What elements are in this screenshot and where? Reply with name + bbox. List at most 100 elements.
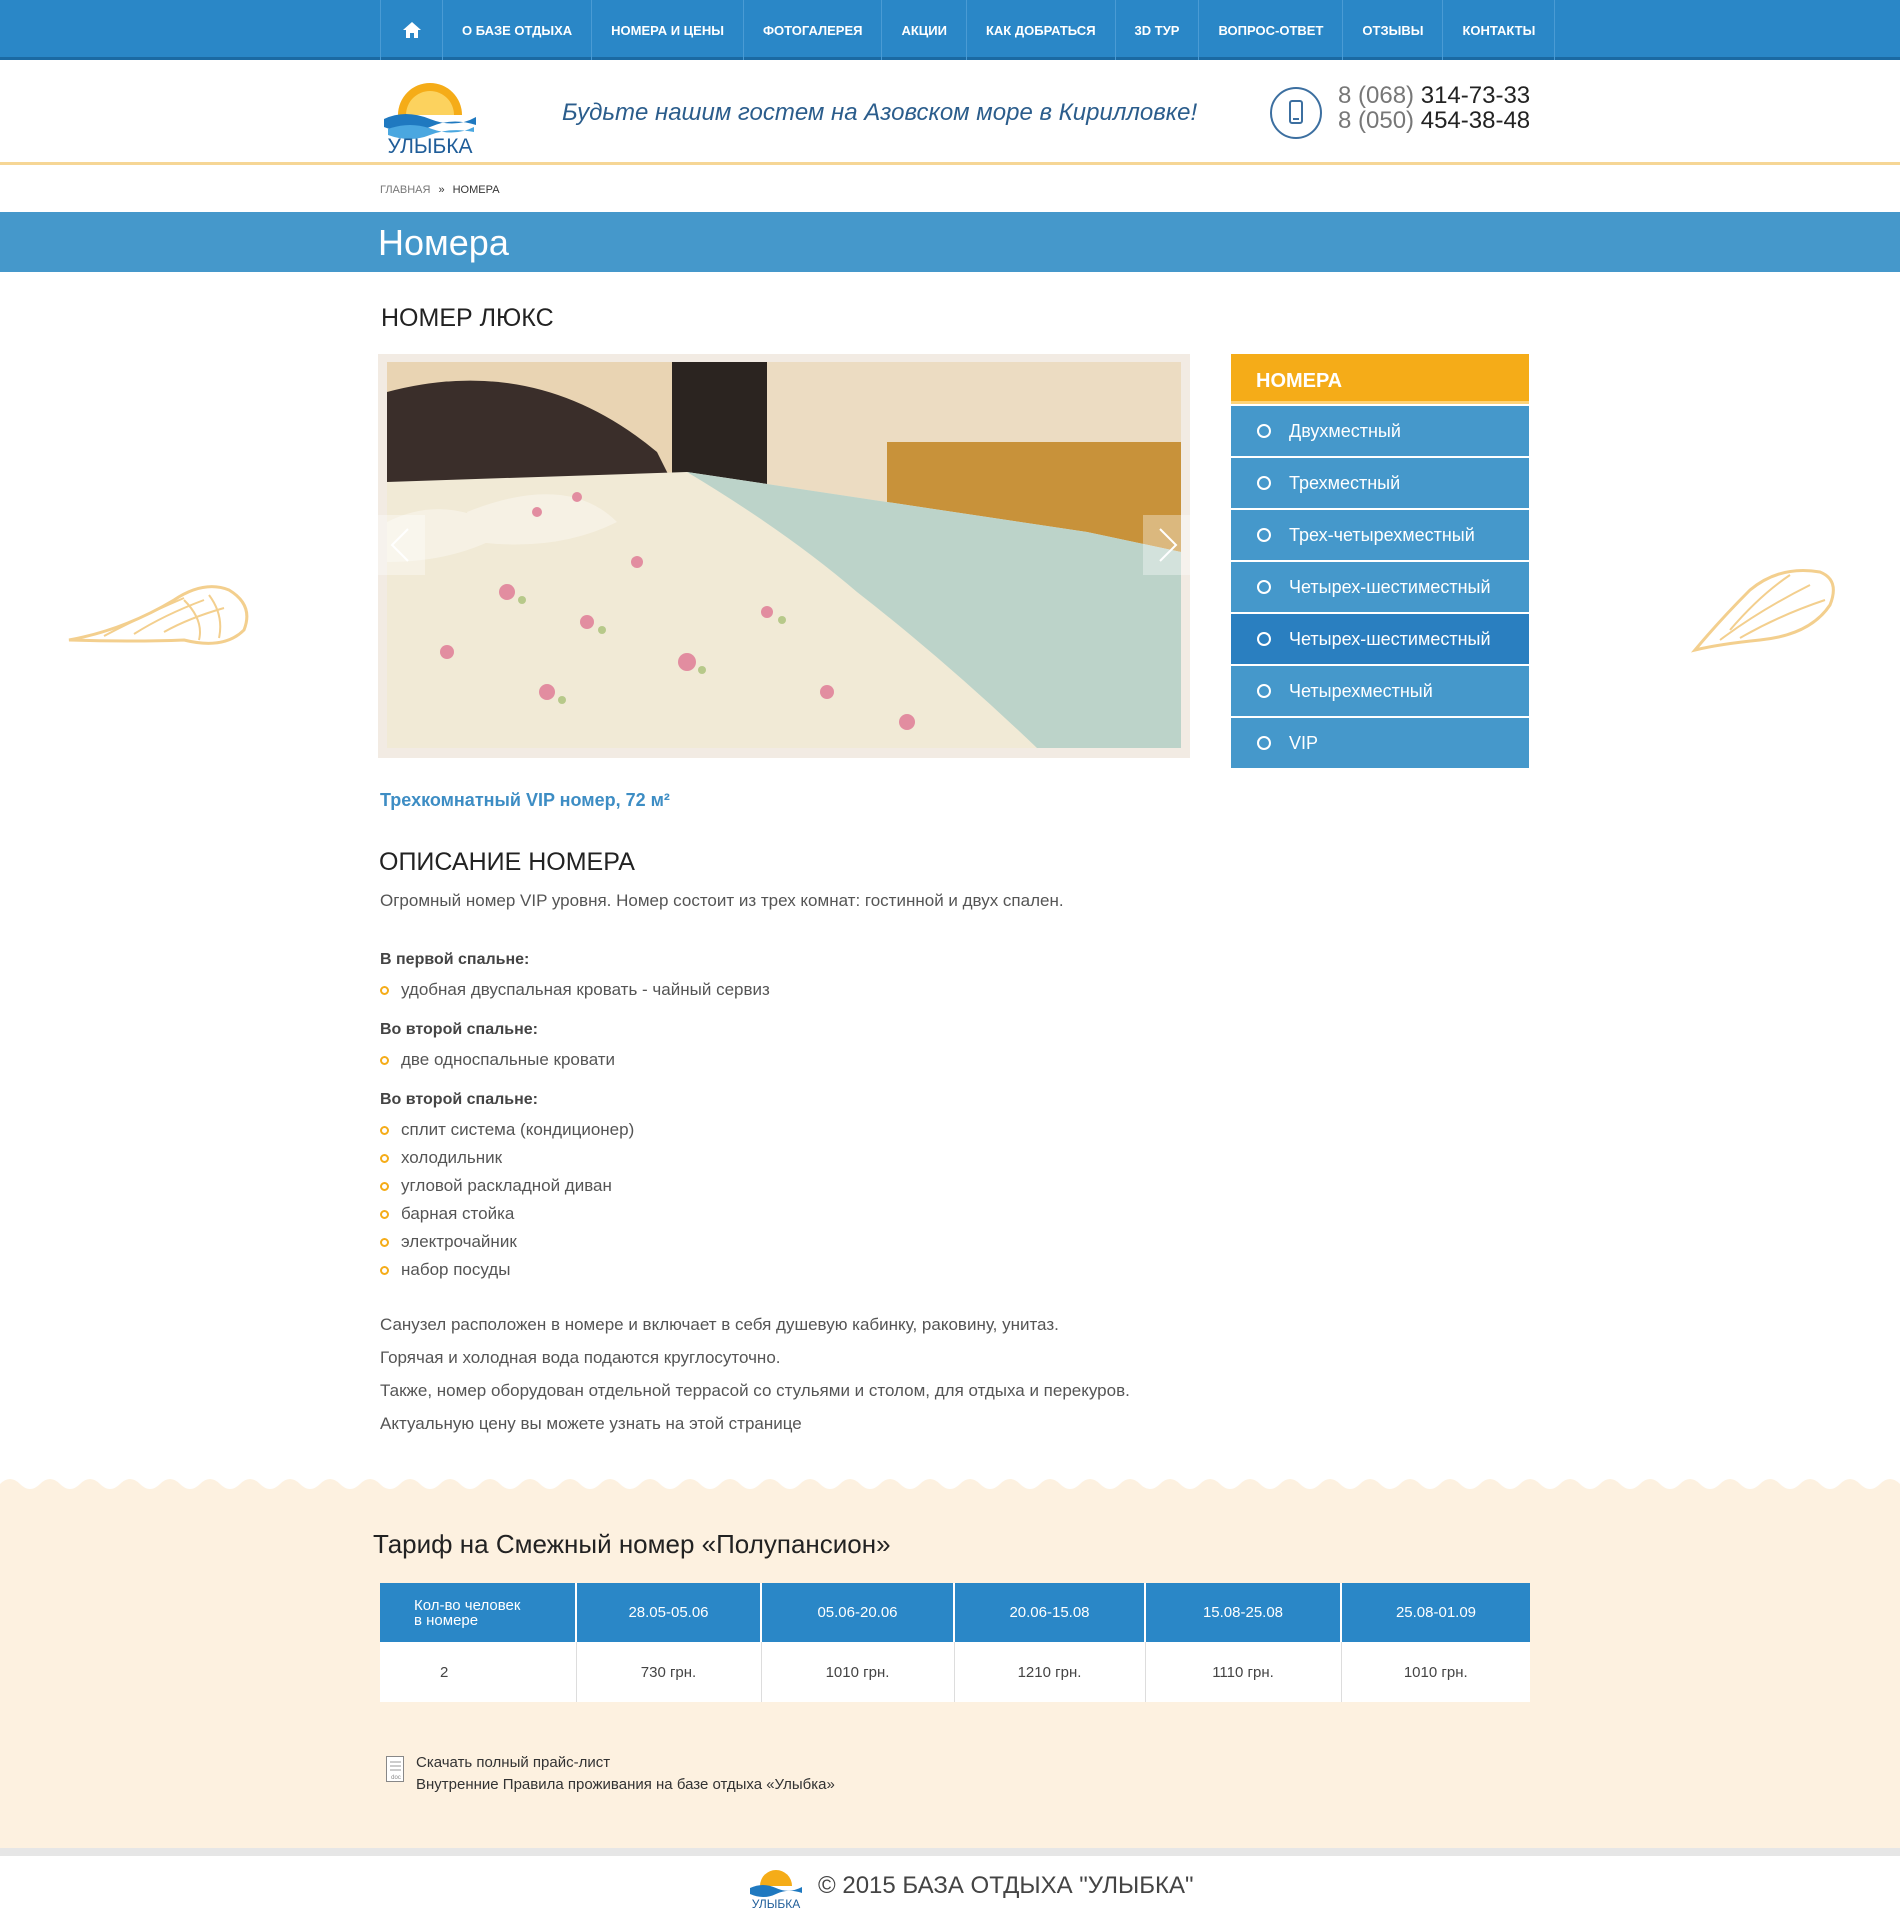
nav-item-3d-tour[interactable]: 3D ТУР xyxy=(1116,0,1200,60)
phone-2[interactable]: 8 (050) 454-38-48 xyxy=(1338,108,1530,133)
chevron-right-icon xyxy=(1159,528,1178,562)
svg-text:doc: doc xyxy=(391,1775,401,1781)
document-icon: doc xyxy=(386,1756,404,1782)
list-item: угловой раскладной диван xyxy=(380,1172,634,1200)
nav-item-promo[interactable]: АКЦИИ xyxy=(882,0,967,60)
circle-icon xyxy=(1257,580,1271,594)
circle-icon xyxy=(1257,632,1271,646)
sidebar-item-quad[interactable]: Четырехместный xyxy=(1231,666,1529,716)
room-photo xyxy=(387,362,1181,748)
bullet-icon xyxy=(380,1153,389,1163)
phone-1[interactable]: 8 (068) 314-73-33 xyxy=(1338,83,1530,108)
chevron-left-icon xyxy=(390,528,409,562)
nav-item-reviews[interactable]: ОТЗЫВЫ xyxy=(1343,0,1444,60)
download-price-list-link[interactable]: Скачать полный прайс-лист xyxy=(416,1752,835,1774)
sidebar-heading: НОМЕРА xyxy=(1231,354,1529,404)
group3-label: Во второй спальне: xyxy=(380,1091,538,1108)
list-item: удобная двуспальная кровать - чайный сер… xyxy=(380,976,770,1004)
svg-text:УЛЫБКА: УЛЫБКА xyxy=(387,135,472,157)
list-item: две односпальные кровати xyxy=(380,1046,615,1074)
cell-price: 730 грн. xyxy=(576,1642,762,1702)
sidebar-item-vip[interactable]: VIP xyxy=(1231,718,1529,768)
phone-icon-circle xyxy=(1270,87,1322,139)
slider-prev-button[interactable] xyxy=(378,515,425,575)
nav-item-contacts[interactable]: КОНТАКТЫ xyxy=(1443,0,1556,60)
nav-item-directions[interactable]: КАК ДОБРАТЬСЯ xyxy=(967,0,1116,60)
circle-icon xyxy=(1257,528,1271,542)
top-nav: О БАЗЕ ОТДЫХА НОМЕРА И ЦЕНЫ ФОТОГАЛЕРЕЯ … xyxy=(0,0,1900,60)
sidebar-item-triple[interactable]: Трехместный xyxy=(1231,458,1529,508)
list-item: сплит система (кондиционер) xyxy=(380,1116,634,1144)
svg-text:УЛЫБКА: УЛЫБКА xyxy=(752,1897,801,1911)
logo[interactable]: УЛЫБКА xyxy=(380,77,480,157)
breadcrumb-home[interactable]: ГЛАВНАЯ xyxy=(380,184,430,196)
site-footer: УЛЫБКА © 2015 БАЗА ОТДЫХА "УЛЫБКА" xyxy=(0,1856,1900,1927)
room-subtitle: Трехкомнатный VIP номер, 72 м² xyxy=(380,790,670,810)
circle-icon xyxy=(1257,424,1271,438)
cell-price: 1010 грн. xyxy=(1341,1642,1530,1702)
footer-logo[interactable]: УЛЫБКА xyxy=(748,1866,804,1912)
outro-line-1: Санузел расположен в номере и включает в… xyxy=(380,1315,1059,1334)
bullet-icon xyxy=(380,1055,389,1065)
sidebar-item-double[interactable]: Двухместный xyxy=(1231,406,1529,456)
seashell-left-icon xyxy=(68,585,249,645)
tariff-title: Тариф на Смежный номер «Полупансион» xyxy=(373,1529,891,1559)
copyright: © 2015 БАЗА ОТДЫХА "УЛЫБКА" xyxy=(818,1872,1194,1899)
nav-item-gallery[interactable]: ФОТОГАЛЕРЕЯ xyxy=(744,0,883,60)
page: О БАЗЕ ОТДЫХА НОМЕРА И ЦЕНЫ ФОТОГАЛЕРЕЯ … xyxy=(0,0,1900,1927)
table-row: 2 730 грн. 1010 грн. 1210 грн. 1110 грн.… xyxy=(380,1642,1530,1702)
footer-divider xyxy=(0,1848,1900,1856)
nav-menu: О БАЗЕ ОТДЫХА НОМЕРА И ЦЕНЫ ФОТОГАЛЕРЕЯ … xyxy=(380,0,1556,60)
sun-icon xyxy=(398,83,462,115)
group2-label: Во второй спальне: xyxy=(380,1021,538,1038)
rules-link[interactable]: Внутренние Правила проживания на базе от… xyxy=(416,1774,835,1796)
col-period-header: 15.08-25.08 xyxy=(1145,1583,1342,1642)
download-links: Скачать полный прайс-лист Внутренние Пра… xyxy=(416,1752,835,1796)
bullet-icon xyxy=(380,1209,389,1219)
circle-icon xyxy=(1257,736,1271,750)
cell-price: 1010 грн. xyxy=(761,1642,955,1702)
nav-item-rooms[interactable]: НОМЕРА И ЦЕНЫ xyxy=(592,0,744,60)
site-header: УЛЫБКА Будьте нашим гостем на Азовском м… xyxy=(0,63,1900,165)
nav-home-button[interactable] xyxy=(381,0,443,60)
list-item: барная стойка xyxy=(380,1200,634,1228)
col-period-header: 20.06-15.08 xyxy=(954,1583,1146,1642)
cell-price: 1110 грн. xyxy=(1145,1642,1342,1702)
col-period-header: 25.08-01.09 xyxy=(1341,1583,1530,1642)
slider-next-button[interactable] xyxy=(1143,515,1190,575)
seashell-right-icon xyxy=(1690,568,1835,653)
phone-numbers: 8 (068) 314-73-33 8 (050) 454-38-48 xyxy=(1338,83,1530,133)
bullet-icon xyxy=(380,985,389,995)
bullet-icon xyxy=(380,1125,389,1135)
list-item: холодильник xyxy=(380,1144,634,1172)
page-title-bar: Номера xyxy=(0,212,1900,272)
breadcrumb: ГЛАВНАЯ » НОМЕРА xyxy=(380,184,500,196)
sidebar-item-three-four[interactable]: Трех-четырехместный xyxy=(1231,510,1529,560)
breadcrumb-separator: » xyxy=(438,184,445,196)
group2-list: две односпальные кровати xyxy=(380,1046,615,1074)
group1-list: удобная двуспальная кровать - чайный сер… xyxy=(380,976,770,1004)
description-intro: Огромный номер VIP уровня. Номер состоит… xyxy=(380,891,1064,910)
outro-line-4[interactable]: Актуальную цену вы можете узнать на этой… xyxy=(380,1414,802,1434)
description-heading: ОПИСАНИЕ НОМЕРА xyxy=(379,848,635,876)
tariff-table: Кол-во человек в номере 28.05-05.06 05.06… xyxy=(380,1583,1530,1702)
mobile-phone-icon xyxy=(1289,100,1303,124)
nav-item-faq[interactable]: ВОПРОС-ОТВЕТ xyxy=(1199,0,1344,60)
outro-line-2: Горячая и холодная вода подаются круглос… xyxy=(380,1348,781,1367)
group1-label: В первой спальне: xyxy=(380,951,530,968)
photo-slider xyxy=(378,354,1190,758)
cell-people: 2 xyxy=(380,1642,577,1702)
nav-item-about[interactable]: О БАЗЕ ОТДЫХА xyxy=(443,0,593,60)
col-people-header: Кол-во человек в номере xyxy=(380,1583,577,1642)
bullet-icon xyxy=(380,1265,389,1275)
table-header-row: Кол-во человек в номере 28.05-05.06 05.06… xyxy=(380,1583,1530,1642)
list-item: электрочайник xyxy=(380,1228,634,1256)
sidebar-item-four-six[interactable]: Четырех-шестиместный xyxy=(1231,562,1529,612)
bullet-icon xyxy=(380,1237,389,1247)
circle-icon xyxy=(1257,476,1271,490)
list-item: набор посуды xyxy=(380,1256,634,1284)
wave-border xyxy=(0,1470,1900,1498)
cell-price: 1210 грн. xyxy=(954,1642,1146,1702)
sidebar-item-four-six-active[interactable]: Четырех-шестиместный xyxy=(1231,614,1529,664)
group3-list: сплит система (кондиционер) холодильник … xyxy=(380,1116,634,1284)
